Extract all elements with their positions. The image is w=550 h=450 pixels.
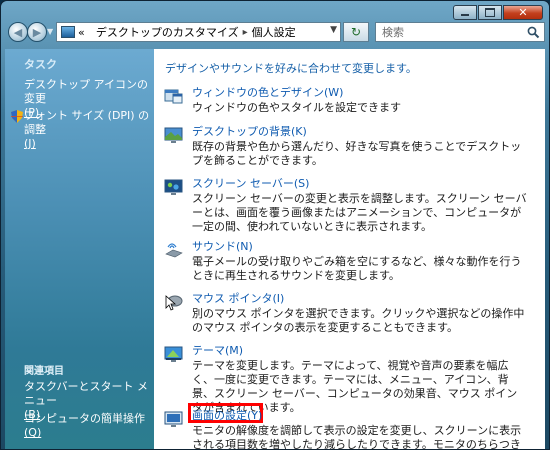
setting-description: 別のマウス ポインタを選択できます。クリックや選択などの操作中のマウス ポインタ… bbox=[192, 307, 525, 334]
setting-description: ウィンドウの色やスタイルを設定できます bbox=[192, 101, 401, 114]
uac-shield-icon bbox=[11, 110, 23, 123]
screen-saver-icon bbox=[164, 179, 183, 195]
sidebar-link-accel: (Q) bbox=[24, 426, 42, 439]
address-dropdown-icon[interactable]: ▼ bbox=[330, 25, 337, 35]
sound-icon bbox=[165, 243, 183, 258]
setting-description: スクリーン セーバーの変更と表示を調整します。スクリーン セーバーとは、画面を覆… bbox=[192, 192, 527, 233]
forward-arrow-icon: ▶ bbox=[32, 25, 42, 39]
sidebar-link-accel: (J) bbox=[24, 137, 36, 150]
minimize-button[interactable] bbox=[453, 5, 477, 20]
window: ✕ ◀ ▶ ▼ « デスクトップのカスタマイズ ▸ 個人設定 ▼ ↻ タスク bbox=[0, 0, 550, 450]
setting-link-display[interactable]: 画面の設定(Y) bbox=[192, 409, 262, 423]
setting-link-theme[interactable]: テーマ(M) bbox=[192, 344, 243, 358]
breadcrumb-desktop-customization[interactable]: デスクトップのカスタマイズ bbox=[96, 24, 239, 40]
close-icon: ✕ bbox=[518, 6, 528, 19]
caption-buttons: ✕ bbox=[452, 5, 543, 20]
maximize-button[interactable] bbox=[478, 5, 502, 20]
maximize-icon bbox=[485, 8, 495, 17]
breadcrumb-separator-icon: ▸ bbox=[242, 26, 248, 38]
display-settings-icon bbox=[164, 411, 183, 427]
address-bar[interactable]: « デスクトップのカスタマイズ ▸ 個人設定 ▼ bbox=[56, 22, 341, 42]
breadcrumb-personalization[interactable]: 個人設定 bbox=[252, 24, 296, 40]
refresh-button[interactable]: ↻ bbox=[343, 22, 369, 42]
theme-icon bbox=[164, 346, 183, 362]
page-intro: デザインやサウンドを好みに合わせて変更します。 bbox=[165, 62, 417, 75]
control-panel-icon bbox=[61, 26, 75, 38]
breadcrumb-separator-icon bbox=[89, 27, 92, 38]
related-heading: 関連項目 bbox=[24, 366, 64, 377]
setting-link-desktop-background[interactable]: デスクトップの背景(K) bbox=[192, 125, 307, 139]
forward-button[interactable]: ▶ bbox=[27, 22, 47, 42]
sidebar-link-font-size[interactable]: フォント サイズ (DPI) の調整 (J) bbox=[24, 109, 154, 151]
navigation-bar: ◀ ▶ ▼ « デスクトップのカスタマイズ ▸ 個人設定 ▼ ↻ bbox=[5, 21, 545, 45]
sidebar-link-label: コンピュータの簡単操作 bbox=[24, 412, 145, 425]
content-area: タスク デスクトップ アイコンの変更 (P) フォント サイズ (DPI) の調… bbox=[5, 49, 545, 449]
recent-pages-dropdown[interactable]: ▼ bbox=[47, 27, 53, 36]
breadcrumb-overflow[interactable]: « bbox=[78, 26, 85, 39]
desktop-background-icon bbox=[164, 127, 183, 143]
search-box bbox=[375, 22, 545, 42]
sidebar-link-ease-of-access[interactable]: コンピュータの簡単操作(Q) bbox=[24, 412, 154, 440]
sidebar-link-label: デスクトップ アイコンの変更 bbox=[24, 78, 148, 105]
close-button[interactable]: ✕ bbox=[503, 5, 543, 20]
setting-link-screen-saver[interactable]: スクリーン セーバー(S) bbox=[192, 177, 309, 191]
window-color-icon bbox=[164, 89, 183, 104]
task-pane: タスク デスクトップ アイコンの変更 (P) フォント サイズ (DPI) の調… bbox=[5, 49, 154, 449]
mouse-pointer-icon bbox=[165, 295, 183, 311]
search-input[interactable] bbox=[376, 24, 524, 40]
personalization-panel: デザインやサウンドを好みに合わせて変更します。 ウィンドウの色とデザイン(W) … bbox=[154, 49, 545, 449]
setting-description: 既存の背景や色から選んだり、好きな写真を使うことでデスクトップを飾ることができま… bbox=[192, 140, 522, 167]
tasks-heading: タスク bbox=[24, 58, 57, 71]
setting-description: 電子メールの受け取りやごみ箱を空にするなど、様々な動作を行うときに再生されるサウ… bbox=[192, 255, 522, 282]
back-button[interactable]: ◀ bbox=[8, 22, 28, 42]
setting-description: モニタの解像度を調節して表示の設定を変更し、スクリーンに表示される項目数を増やし… bbox=[192, 424, 522, 449]
sidebar-link-label: フォント サイズ (DPI) の調整 bbox=[24, 109, 150, 136]
refresh-icon: ↻ bbox=[350, 25, 362, 39]
back-arrow-icon: ◀ bbox=[13, 25, 23, 39]
minimize-icon bbox=[461, 14, 469, 16]
setting-link-window-color[interactable]: ウィンドウの色とデザイン(W) bbox=[192, 86, 343, 100]
sidebar-link-label: タスクバーとスタート メニュー bbox=[24, 380, 148, 407]
setting-link-mouse-pointer[interactable]: マウス ポインタ(I) bbox=[192, 292, 284, 306]
search-icon[interactable] bbox=[527, 26, 540, 39]
setting-link-sound[interactable]: サウンド(N) bbox=[192, 240, 253, 254]
